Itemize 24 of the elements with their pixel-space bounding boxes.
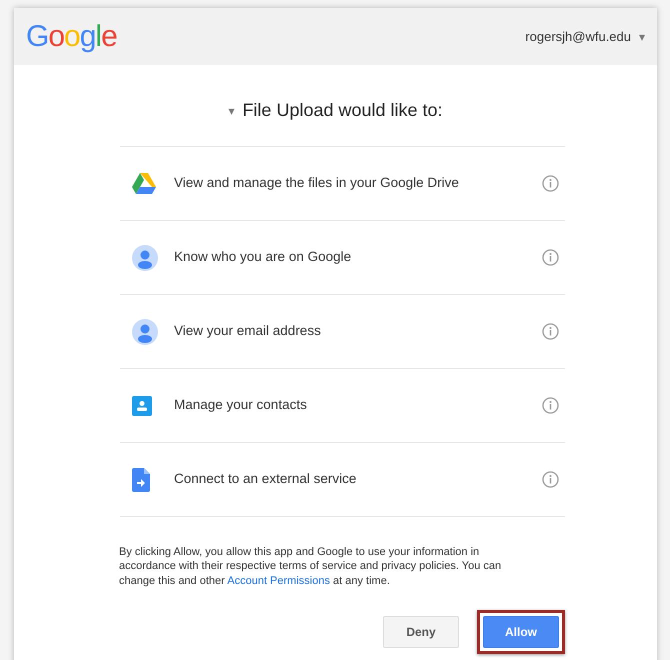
- info-icon[interactable]: [542, 175, 559, 192]
- allow-button[interactable]: Allow: [483, 616, 559, 648]
- permission-text: Know who you are on Google: [174, 248, 352, 266]
- account-email[interactable]: rogersjh@wfu.edu: [525, 26, 631, 46]
- account-menu-caret[interactable]: ▾: [639, 28, 645, 46]
- contacts-icon: [132, 396, 152, 416]
- drive-icon: [132, 173, 156, 194]
- info-icon[interactable]: [542, 397, 559, 414]
- person-icon: [132, 318, 158, 344]
- consent-title: File Upload would like to:: [242, 99, 443, 122]
- permission-text: Manage your contacts: [174, 396, 308, 414]
- deny-button[interactable]: Deny: [383, 616, 459, 648]
- info-icon[interactable]: [542, 471, 559, 488]
- google-logo: Google: [26, 22, 117, 52]
- document-icon: [132, 468, 150, 492]
- person-icon: [132, 244, 158, 270]
- info-icon[interactable]: [542, 249, 559, 266]
- permission-text: View your email address: [174, 322, 322, 340]
- consent-notice: By clicking Allow, you allow this app and Google to use your information in accordance with their respective terms of service and privacy policies. You can change this and other Account Permissions at any time.: [119, 545, 502, 588]
- permission-text: View and manage the files in your Google Drive: [174, 174, 460, 192]
- expand-caret[interactable]: ▾: [228, 102, 234, 120]
- permission-text: Connect to an external service: [174, 470, 358, 488]
- account-permissions-link[interactable]: Account Permissions: [227, 574, 330, 587]
- info-icon[interactable]: [542, 323, 559, 340]
